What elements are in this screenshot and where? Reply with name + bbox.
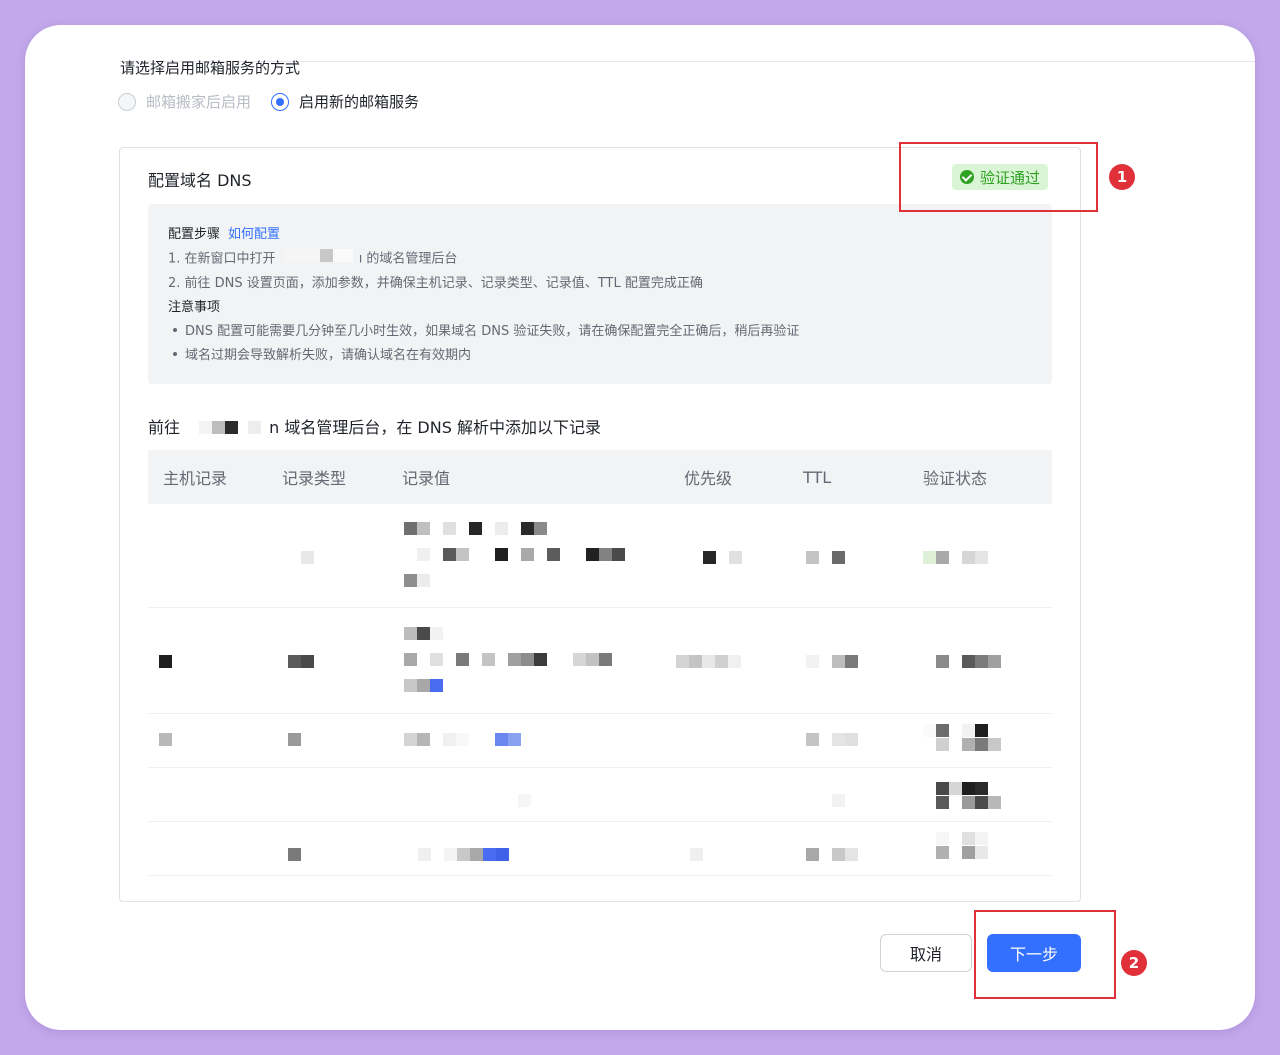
header-ttl: TTL — [803, 467, 832, 487]
header-status: 验证状态 — [923, 469, 988, 488]
redacted-value — [404, 731, 521, 750]
note-1: DNS 配置可能需要几分钟至几小时生效，如果域名 DNS 验证失败，请在确保配置… — [168, 320, 1032, 344]
redacted-type — [288, 731, 301, 750]
redacted-value — [404, 627, 654, 693]
redacted-status — [936, 782, 1016, 810]
radio-circle-icon — [118, 92, 136, 111]
redacted-type — [288, 846, 301, 865]
radio-label: 启用新的邮箱服务 — [299, 93, 420, 111]
redacted-type — [288, 653, 314, 672]
redacted-status — [923, 549, 988, 568]
enable-method-radio-group: 邮箱搬家后启用 启用新的邮箱服务 — [118, 91, 439, 112]
dns-config-panel: 配置域名 DNS 验证通过 配置步骤 如何配置 1. 在新窗口中打开 ı 的域名管… — [119, 147, 1081, 902]
annotation-box-2 — [974, 910, 1116, 999]
redacted-host — [159, 731, 172, 750]
header-host: 主机记录 — [163, 469, 228, 488]
redacted-text — [199, 419, 262, 438]
annotation-number-2: 2 — [1121, 950, 1147, 976]
radio-selected-icon — [271, 92, 290, 111]
redacted-host — [159, 653, 172, 672]
enable-method-question: 请选择启用邮箱服务的方式 — [120, 59, 301, 77]
radio-enable-new-mailbox[interactable]: 启用新的邮箱服务 — [271, 91, 419, 112]
redacted-value — [418, 846, 509, 865]
note-2: 域名过期会导致解析失败，请确认域名在有效期内 — [168, 344, 1032, 368]
header-value: 记录值 — [402, 469, 451, 488]
notes-title: 注意事项 — [168, 299, 221, 315]
header-type: 记录类型 — [282, 469, 347, 488]
note-1-text: DNS 配置可能需要几分钟至几小时生效，如果域名 DNS 验证失败，请在确保配置… — [185, 323, 800, 339]
table-row — [148, 608, 1052, 714]
table-row — [148, 822, 1052, 876]
destination-prefix: 前往 — [148, 418, 181, 437]
radio-label: 邮箱搬家后启用 — [146, 93, 252, 111]
dns-records-table: 主机记录 记录类型 记录值 优先级 TTL 验证状态 — [148, 450, 1052, 876]
header-priority: 优先级 — [684, 469, 733, 488]
step-1: 1. 在新窗口中打开 ı 的域名管理后台 — [168, 247, 1032, 272]
redacted-status — [936, 832, 1016, 860]
destination-instruction: 前往 n 域名管理后台，在 DNS 解析中添加以下记录 — [148, 414, 601, 438]
steps-title: 配置步骤 — [168, 227, 221, 242]
redacted-value — [404, 522, 654, 588]
redacted-ttl — [806, 549, 845, 568]
radio-migrate-then-enable[interactable]: 邮箱搬家后启用 — [118, 91, 251, 112]
step-1-prefix: 1. 在新窗口中打开 — [168, 251, 276, 267]
annotation-box-1 — [899, 142, 1098, 212]
redacted-priority — [703, 549, 742, 568]
redacted-text — [283, 247, 353, 271]
redacted-ttl — [806, 846, 858, 865]
redacted-ttl — [832, 792, 845, 811]
redacted-status — [936, 653, 1001, 672]
redacted-priority — [690, 846, 703, 865]
table-row — [148, 504, 1052, 608]
redacted-priority — [676, 653, 741, 672]
table-header: 主机记录 记录类型 记录值 优先级 TTL 验证状态 — [148, 450, 1052, 504]
redacted-status — [923, 724, 1003, 752]
cancel-button[interactable]: 取消 — [880, 934, 972, 972]
bullet-icon — [173, 351, 177, 356]
redacted-ttl — [806, 731, 858, 750]
note-2-text: 域名过期会导致解析失败，请确认域名在有效期内 — [185, 347, 472, 363]
panel-title: 配置域名 DNS — [148, 171, 252, 190]
step-2: 2. 前往 DNS 设置页面，添加参数，并确保主机记录、记录类型、记录值、TTL… — [168, 275, 703, 291]
table-row — [148, 768, 1052, 822]
redacted-type — [301, 549, 314, 568]
redacted-ttl — [806, 653, 858, 672]
destination-suffix: n 域名管理后台，在 DNS 解析中添加以下记录 — [269, 418, 601, 437]
bullet-icon — [173, 327, 177, 332]
annotation-number-1: 1 — [1109, 164, 1135, 190]
config-guide-box: 配置步骤 如何配置 1. 在新窗口中打开 ı 的域名管理后台 2. 前往 DNS … — [148, 204, 1052, 384]
step-1-suffix: ı 的域名管理后台 — [358, 251, 458, 267]
redacted-value — [518, 792, 531, 811]
how-to-configure-link[interactable]: 如何配置 — [228, 227, 280, 242]
table-row — [148, 714, 1052, 768]
